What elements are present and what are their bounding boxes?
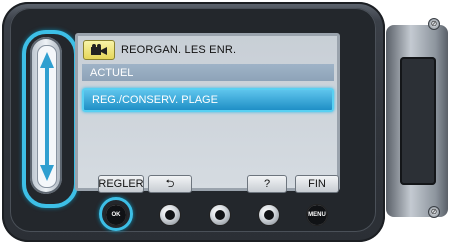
vertical-slider[interactable] [30,37,62,194]
ok-label: OK [111,212,121,218]
back-arrow-icon: ⮌ [165,177,175,190]
hinge-slot [400,57,436,185]
slider-inner [37,45,57,188]
menu-label: MENU [308,212,326,218]
ok-hardware-button[interactable]: OK [105,204,127,226]
hardware-button-2[interactable] [159,204,181,226]
help-button[interactable]: ? [247,175,287,193]
camera-hinge [386,25,448,217]
hardware-button-4[interactable] [258,204,280,226]
menu-item-label: ACTUEL [90,66,134,79]
menu-item-actuel[interactable]: ACTUEL [82,64,334,81]
regler-button[interactable]: REGLER [98,175,144,193]
back-button[interactable]: ⮌ [148,175,192,193]
menu-hardware-button[interactable]: MENU [306,204,328,226]
menu-item-label: REG./CONSERV. PLAGE [92,94,218,106]
video-camera-icon [83,40,115,60]
menu-title-bar: REORGAN. LES ENR. [83,40,236,60]
up-down-arrow-icon [40,52,54,181]
menu-title: REORGAN. LES ENR. [121,44,237,56]
hardware-button-3[interactable] [209,204,231,226]
lcd-screen: REORGAN. LES ENR. ACTUEL REG./CONSERV. P… [75,33,340,191]
screw-icon: ⊘ [428,18,440,30]
screw-icon: ⊘ [428,206,440,218]
fin-button[interactable]: FIN [295,175,339,193]
menu-item-reg-conserv-plage[interactable]: REG./CONSERV. PLAGE [82,88,334,112]
